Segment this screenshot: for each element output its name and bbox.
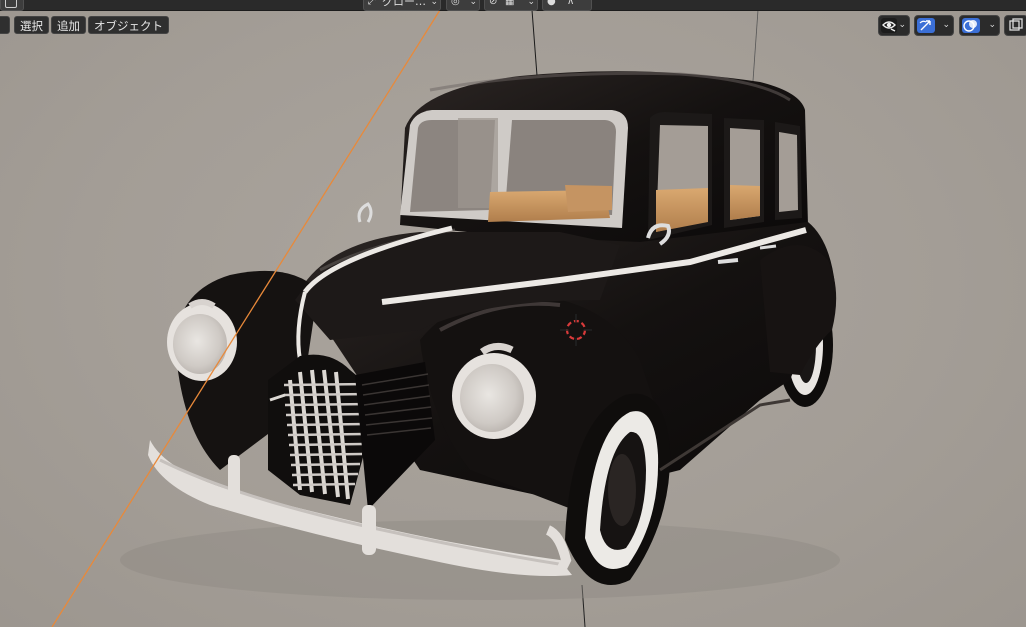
proportional-edit-icon: ●: [547, 0, 556, 7]
object-menu-label: オブジェクト: [94, 19, 163, 33]
visibility-dropdown[interactable]: ⌄: [878, 15, 910, 36]
add-menu-button[interactable]: 追加: [51, 16, 86, 34]
select-menu-label: 選択: [20, 19, 43, 33]
snap-dropdown[interactable]: ⊘ ▦ ⌄: [484, 0, 538, 11]
chevron-down-icon: ⌄: [527, 0, 535, 7]
eye-icon: [881, 18, 897, 33]
overlay-icon: [962, 18, 980, 33]
transform-orientation-dropdown[interactable]: ⤢ グロー… ⌄: [363, 0, 441, 11]
orientation-label: グロー…: [382, 0, 426, 8]
snap-grid-icon: ▦: [505, 0, 515, 7]
proportional-edit-dropdown[interactable]: ● ∧: [542, 0, 592, 11]
xray-toggle[interactable]: [1004, 15, 1026, 36]
editor-type-icon: [5, 0, 17, 8]
gizmo-icon: [917, 18, 935, 33]
snap-icon: ⊘: [489, 0, 498, 7]
edit-menu-stub[interactable]: [0, 16, 10, 34]
3d-viewport[interactable]: ⤢ グロー… ⌄ ◎ ⌄ ⊘ ▦ ⌄ ● ∧ 選択 追加 オブジェクト ⌄ ⌄ …: [0, 0, 1026, 627]
chevron-down-icon: ⌄: [430, 0, 438, 7]
xray-icon: [1007, 18, 1023, 33]
add-menu-label: 追加: [57, 19, 80, 33]
chevron-down-icon: ⌄: [898, 20, 906, 30]
viewport-header: ⤢ グロー… ⌄ ◎ ⌄ ⊘ ▦ ⌄ ● ∧: [0, 0, 1026, 11]
falloff-icon: ∧: [567, 0, 575, 7]
select-menu-button[interactable]: 選択: [14, 16, 49, 34]
object-menu-button[interactable]: オブジェクト: [88, 16, 169, 34]
gizmo-dropdown[interactable]: ⌄: [914, 15, 954, 36]
pivot-icon: ◎: [451, 0, 460, 7]
pivot-point-dropdown[interactable]: ◎ ⌄: [446, 0, 480, 11]
chevron-down-icon: ⌄: [942, 20, 950, 30]
chevron-down-icon: ⌄: [988, 20, 996, 30]
orientation-icon: ⤢: [368, 0, 376, 7]
chevron-down-icon: ⌄: [469, 0, 477, 7]
editor-type-button[interactable]: [0, 0, 24, 11]
car-model-render[interactable]: [0, 0, 1026, 627]
overlay-dropdown[interactable]: ⌄: [959, 15, 1000, 36]
